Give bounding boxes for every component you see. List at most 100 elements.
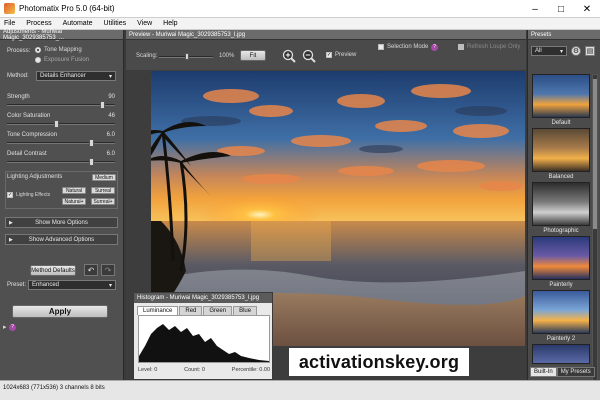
preset-thumbnail (532, 182, 590, 226)
checkbox-icon (458, 44, 464, 50)
preview-checkbox[interactable]: ✓ Preview (326, 52, 356, 58)
method-defaults-button[interactable]: Method Defaults (30, 265, 76, 276)
strength-slider[interactable] (7, 101, 115, 109)
strength-label: Strength (7, 94, 30, 100)
title-bar: Photomatix Pro 5.0 (64-bit) – □ ✕ (0, 0, 600, 18)
menu-automate[interactable]: Automate (63, 20, 93, 27)
refresh-loupe-only-checkbox[interactable]: Refresh Loupe Only (458, 44, 520, 50)
tab-built-in[interactable]: Built-In (530, 367, 557, 377)
redo-icon[interactable]: ↷ (101, 264, 115, 276)
slider-thumb[interactable] (54, 120, 60, 128)
preset-label: Balanced (548, 174, 574, 180)
button-label: Show Advanced Options (28, 236, 95, 243)
chevron-down-icon: ▾ (108, 283, 112, 289)
preset-next[interactable] (532, 344, 590, 364)
color-saturation-slider[interactable] (7, 120, 115, 128)
slider-thumb[interactable] (185, 53, 189, 60)
radio-label: Tone Mapping (44, 47, 82, 53)
preset-painterly-2[interactable]: Painterly 2 (532, 290, 590, 342)
tab-green[interactable]: Green (203, 306, 233, 315)
zoom-in-icon[interactable] (282, 49, 296, 63)
detail-contrast-value: 6.0 (106, 151, 115, 157)
color-saturation-label: Color Saturation (7, 113, 51, 119)
lighting-adjustments-title: Lighting Adjustments (7, 174, 63, 180)
preset-photographic[interactable]: Photographic (532, 182, 590, 234)
app-icon (4, 3, 15, 14)
apply-button[interactable]: Apply (12, 305, 108, 318)
maximize-button[interactable]: □ (548, 0, 574, 18)
status-text: 1024x683 (771x536) 3 channels 8 bits (3, 385, 105, 391)
preset-value: Enhanced (32, 282, 60, 288)
tab-my-presets[interactable]: My Presets (556, 367, 595, 377)
tone-compression-slider[interactable] (7, 139, 115, 147)
lighting-natural-plus-button[interactable]: Natural+ (62, 198, 86, 205)
zoom-out-icon[interactable] (302, 49, 316, 63)
menu-file[interactable]: File (4, 20, 15, 27)
settings-icon[interactable]: ⚙ (571, 46, 581, 56)
adjustments-header: Adjustments - Muriwai Magic_3029385753_.… (0, 29, 123, 41)
tab-red[interactable]: Red (179, 306, 203, 315)
process-label: Process: (7, 48, 31, 54)
slider-thumb[interactable] (89, 158, 95, 166)
menu-process[interactable]: Process (26, 20, 51, 27)
preset-label: Painterly 2 (546, 336, 576, 342)
lighting-surreal-plus-button[interactable]: Surreal+ (91, 198, 115, 205)
detail-contrast-slider[interactable] (7, 158, 115, 166)
method-select[interactable]: Details Enhancer ▾ (36, 71, 116, 81)
preset-default[interactable]: Default (532, 74, 590, 126)
help-icon[interactable]: ? (9, 324, 16, 331)
presets-header: Presets (528, 30, 600, 40)
checkbox-label: Selection Mode (387, 44, 429, 50)
preview-toolbar: Scaling: 100% Fit ✓ Preview Selection Mo… (126, 40, 526, 70)
fit-button[interactable]: Fit (240, 50, 266, 61)
close-button[interactable]: ✕ (574, 0, 600, 18)
tab-blue[interactable]: Blue (233, 306, 258, 315)
menu-help[interactable]: Help (163, 20, 177, 27)
window-title: Photomatix Pro 5.0 (64-bit) (19, 4, 115, 13)
preset-balanced[interactable]: Balanced (532, 128, 590, 180)
process-option-tone-mapping[interactable]: Tone Mapping (35, 47, 82, 53)
grid-view-icon[interactable]: ▤ (585, 46, 595, 56)
undo-icon[interactable]: ↶ (84, 264, 98, 276)
show-advanced-options-button[interactable]: ▶ Show Advanced Options (5, 234, 118, 245)
method-value: Details Enhancer (40, 73, 86, 79)
slider-thumb[interactable] (89, 139, 95, 147)
scaling-slider[interactable] (159, 53, 213, 60)
radio-icon (35, 47, 41, 53)
presets-scrollbar[interactable] (592, 74, 598, 394)
show-more-options-button[interactable]: ▶ Show More Options (5, 217, 118, 228)
lighting-surreal-button[interactable]: Surreal (91, 187, 115, 194)
histogram-stats: Level: 0 Count: 0 Percentile: 0.00 (138, 367, 270, 373)
method-label: Method: (7, 73, 29, 79)
selection-mode-checkbox[interactable]: Selection Mode (378, 44, 428, 50)
preview-header: Preview - Muriwai Magic_3029385753_l.jpg (126, 30, 526, 40)
preset-painterly[interactable]: Painterly (532, 236, 590, 288)
lighting-natural-button[interactable]: Natural (62, 187, 86, 194)
button-label: Show More Options (35, 219, 88, 226)
menu-utilities[interactable]: Utilities (104, 20, 127, 27)
preset-thumbnail (532, 128, 590, 172)
tab-luminance[interactable]: Luminance (137, 306, 179, 315)
detail-contrast-label: Detail Contrast (7, 151, 47, 157)
lighting-medium-button[interactable]: Medium (92, 174, 116, 181)
presets-filter-select[interactable]: All ▾ (531, 46, 567, 56)
lighting-effects-checkbox[interactable]: ✓ Lighting Effects (7, 192, 50, 198)
slider-thumb[interactable] (99, 101, 105, 109)
tone-compression-label: Tone Compression (7, 132, 58, 138)
histogram-count: Count: 0 (184, 367, 205, 373)
menu-view[interactable]: View (137, 20, 152, 27)
filter-value: All (535, 48, 542, 54)
preset-label: Default (551, 120, 571, 126)
presets-tabs: Built-In My Presets (530, 367, 595, 377)
chevron-down-icon: ▾ (108, 74, 112, 80)
histogram-panel: Histogram - Muriwai Magic_3029385753_l.j… (133, 292, 273, 380)
help-icon[interactable]: ? (431, 44, 438, 51)
color-saturation-value: 46 (108, 113, 115, 119)
preset-select[interactable]: Enhanced ▾ (28, 280, 116, 290)
histogram-percentile: Percentile: 0.00 (231, 367, 270, 373)
checkbox-label: Preview (335, 52, 357, 58)
scrollbar-thumb[interactable] (593, 79, 597, 229)
preset-label: Photographic (543, 228, 579, 234)
minimize-button[interactable]: – (522, 0, 548, 18)
process-option-exposure-fusion[interactable]: Exposure Fusion (35, 57, 89, 63)
